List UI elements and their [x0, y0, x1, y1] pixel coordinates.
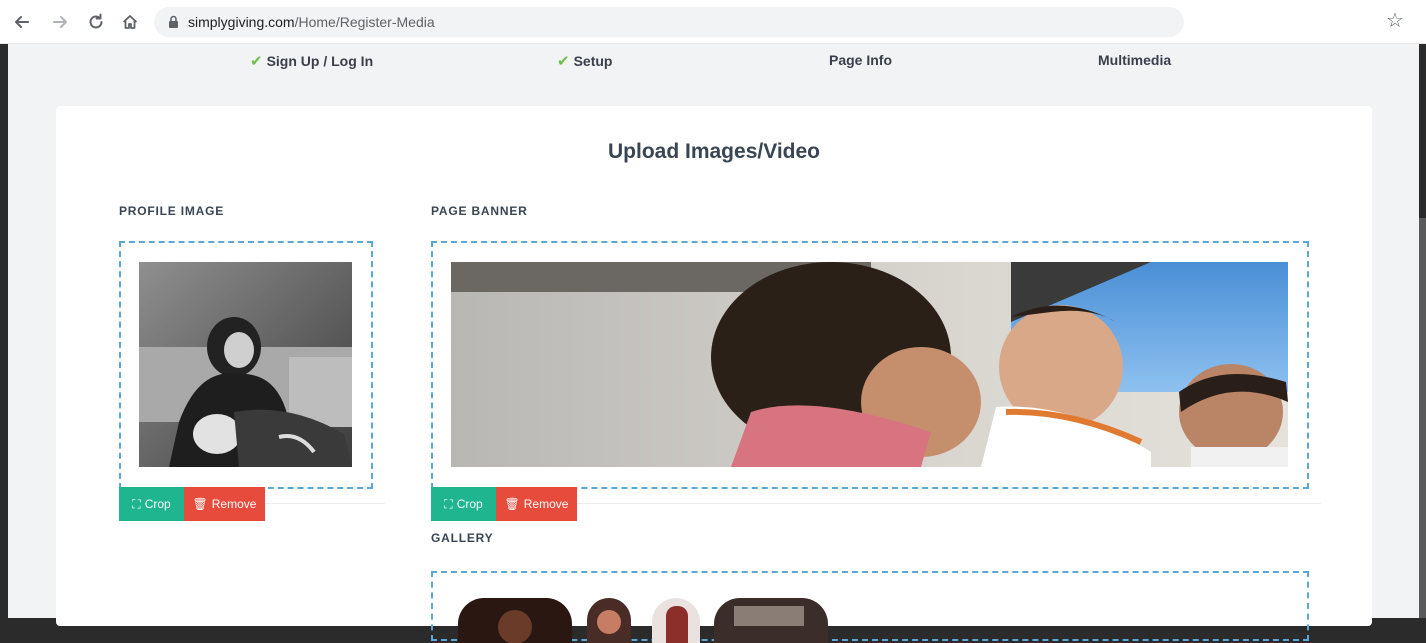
- url-path: /Home/Register-Media: [294, 14, 435, 30]
- reload-icon: [89, 13, 103, 29]
- address-bar[interactable]: simplygiving.com/Home/Register-Media: [154, 7, 1184, 37]
- profile-crop-button[interactable]: ⛶ Crop: [119, 487, 184, 521]
- back-button[interactable]: [10, 10, 34, 34]
- step-label: Setup: [573, 53, 613, 69]
- scrollbar-track[interactable]: [1419, 218, 1426, 618]
- thumbnail-detail: [597, 610, 621, 634]
- trash-icon: 🗑: [192, 497, 208, 511]
- step-setup: ✔ Setup: [557, 52, 612, 70]
- browser-toolbar: simplygiving.com/Home/Register-Media ☆: [0, 0, 1426, 44]
- page-content: ✔ Sign Up / Log In ✔ Setup Page Info Mul…: [8, 44, 1419, 643]
- page-banner-label: PAGE BANNER: [431, 204, 528, 218]
- home-icon: [122, 15, 138, 29]
- button-label: Remove: [211, 497, 257, 511]
- button-label: Remove: [523, 497, 569, 511]
- profile-image: [139, 262, 352, 467]
- profile-remove-button[interactable]: 🗑 Remove: [184, 487, 265, 521]
- profile-image-label: PROFILE IMAGE: [119, 204, 225, 218]
- banner-crop-button[interactable]: ⛶ Crop: [431, 487, 496, 521]
- arrow-left-icon: [15, 16, 29, 28]
- checkmark-icon: ✔: [557, 53, 570, 70]
- step-multimedia: Multimedia: [1098, 52, 1171, 68]
- step-page-info: Page Info: [829, 52, 892, 68]
- url-text: simplygiving.com/Home/Register-Media: [188, 14, 435, 30]
- crop-icon: ⛶: [132, 496, 141, 511]
- banner-remove-button[interactable]: 🗑 Remove: [496, 487, 577, 521]
- url-host: simplygiving.com: [188, 14, 295, 30]
- gallery-thumbnail[interactable]: [587, 598, 631, 643]
- gallery-dropzone[interactable]: [431, 571, 1309, 643]
- page-banner-dropzone[interactable]: [431, 241, 1309, 489]
- checkmark-icon: ✔: [250, 53, 263, 70]
- page-banner-image: [451, 262, 1288, 467]
- step-label: Sign Up / Log In: [266, 53, 374, 69]
- arrow-right-icon: [53, 16, 67, 28]
- gallery-thumbnail[interactable]: [652, 598, 700, 643]
- trash-icon: 🗑: [504, 497, 520, 511]
- forward-button[interactable]: [48, 10, 72, 34]
- thumbnail-detail: [498, 610, 532, 643]
- thumbnail-detail: [734, 606, 804, 626]
- step-sign-up: ✔ Sign Up / Log In: [250, 52, 373, 70]
- crop-icon: ⛶: [444, 496, 453, 511]
- home-button[interactable]: [118, 10, 142, 34]
- profile-image-dropzone[interactable]: [119, 241, 373, 489]
- lock-icon: [169, 15, 178, 28]
- step-label: Page Info: [829, 52, 893, 68]
- gallery-thumbnail[interactable]: [458, 598, 572, 643]
- gallery-label: GALLERY: [431, 531, 494, 545]
- step-label: Multimedia: [1098, 52, 1172, 68]
- upload-card: Upload Images/Video PROFILE IMAGE ⛶ Crop…: [56, 106, 1372, 643]
- gallery-thumbnail[interactable]: [714, 598, 828, 643]
- reload-button[interactable]: [84, 10, 108, 34]
- bookmark-star-icon[interactable]: ☆: [1386, 9, 1404, 33]
- button-label: Crop: [144, 497, 171, 511]
- thumbnail-detail: [666, 606, 688, 643]
- button-label: Crop: [456, 497, 483, 511]
- page-title: Upload Images/Video: [608, 140, 820, 163]
